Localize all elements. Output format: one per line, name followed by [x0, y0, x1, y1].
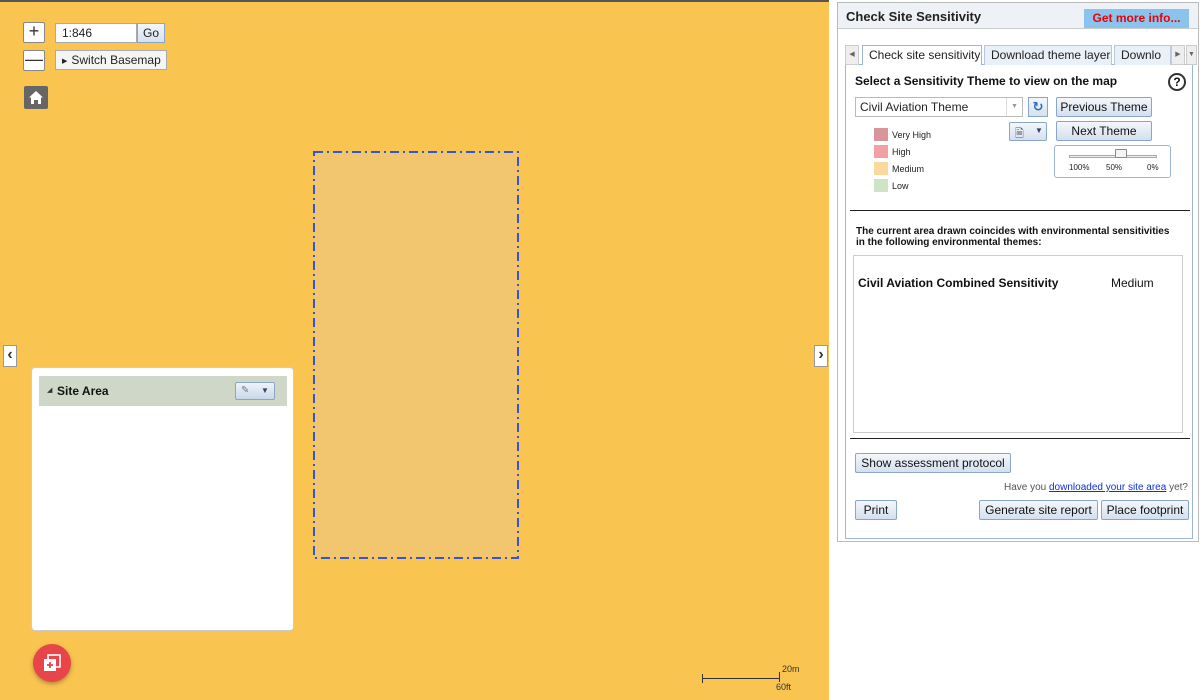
site-area-panel: ◢ Site Area ✎ ▼ [31, 367, 294, 631]
result-theme-value: Medium [1111, 276, 1154, 290]
legend-swatch [874, 179, 888, 192]
opacity-slider-track[interactable] [1069, 155, 1157, 158]
home-icon [29, 91, 43, 104]
collapse-left-button[interactable]: ‹ [3, 345, 17, 367]
caret-down-icon: ◢ [47, 387, 53, 394]
opacity-label-50: 50% [1106, 163, 1123, 172]
zoom-in-button[interactable]: + [23, 22, 45, 43]
legend-swatch [874, 162, 888, 175]
download-site-area-link[interactable]: downloaded your site area [1049, 482, 1166, 493]
panel-title-bar: Check Site Sensitivity Get more info... [838, 3, 1198, 29]
map-canvas[interactable]: + — 1:846 Go ▶ Switch Basemap ‹ › ◢ Site … [0, 0, 829, 700]
divider [850, 438, 1190, 439]
caret-down-icon: ▼ [1035, 126, 1043, 135]
tab-download-theme-layers[interactable]: Download theme layers [984, 45, 1112, 65]
show-assessment-protocol-button[interactable]: Show assessment protocol [855, 453, 1011, 473]
theme-select-value: Civil Aviation Theme [860, 100, 969, 114]
help-icon[interactable]: ? [1168, 73, 1186, 91]
tab-list-menu-button[interactable]: ▼ [1186, 45, 1197, 65]
divider [850, 210, 1190, 211]
previous-theme-button[interactable]: Previous Theme [1056, 97, 1152, 117]
download-note-prefix: Have you [1003, 482, 1049, 493]
zoom-out-button[interactable]: — [23, 50, 45, 71]
get-more-info-button[interactable]: Get more info... [1084, 9, 1189, 28]
caret-down-icon: ▼ [261, 386, 269, 395]
result-theme-name: Civil Aviation Combined Sensitivity [858, 276, 1059, 290]
theme-select[interactable]: Civil Aviation Theme ▼ [855, 97, 1023, 117]
caret-right-icon: ▶ [62, 58, 68, 65]
coincide-message: The current area drawn coincides with en… [856, 226, 1170, 248]
tab-scroll-left-button[interactable]: ◀ [845, 45, 859, 65]
tab-scroll-right-button[interactable]: ▶ [1171, 45, 1185, 65]
tab-content: Select a Sensitivity Theme to view on th… [845, 65, 1193, 539]
theme-heading: Select a Sensitivity Theme to view on th… [855, 74, 1118, 88]
collapse-right-button[interactable]: › [814, 345, 828, 367]
scale-bar: 20m 60ft [702, 664, 812, 694]
print-button[interactable]: Print [855, 500, 897, 520]
refresh-button[interactable]: ↻ [1028, 97, 1048, 117]
opacity-slider-thumb[interactable] [1115, 149, 1127, 158]
next-theme-button[interactable]: Next Theme [1056, 121, 1152, 141]
document-menu-button[interactable]: 🗎 ▼ [1009, 122, 1047, 141]
scale-bar-metric-label: 20m [782, 664, 800, 674]
site-area-menu-button[interactable]: ✎ ▼ [235, 382, 275, 400]
tab-check-site-sensitivity[interactable]: Check site sensitivity [862, 45, 982, 66]
add-layers-icon [44, 654, 61, 671]
tab-bar: ◀ Check site sensitivity Download theme … [845, 43, 1197, 66]
site-area-title: Site Area [57, 384, 109, 398]
scale-bar-imperial-label: 60ft [776, 682, 792, 692]
legend-label: Very High [892, 130, 932, 140]
generate-site-report-button[interactable]: Generate site report [979, 500, 1098, 520]
home-button[interactable] [24, 86, 48, 109]
download-note-suffix: yet? [1166, 482, 1188, 493]
document-icon: 🗎 [1015, 128, 1024, 140]
scale-input[interactable]: 1:846 [55, 23, 137, 43]
legend-swatch [874, 128, 888, 141]
draw-tool-icon: ✎ [241, 385, 250, 396]
switch-basemap-label: Switch Basemap [71, 53, 161, 67]
refresh-icon: ↻ [1032, 99, 1044, 114]
legend-label: Low [892, 181, 909, 191]
opacity-label-0: 0% [1147, 163, 1159, 172]
download-note: Have you downloaded your site area yet? [1004, 482, 1188, 493]
switch-basemap-button[interactable]: ▶ Switch Basemap [55, 50, 167, 70]
legend-label: High [892, 147, 911, 157]
chevron-down-icon: ▼ [1006, 98, 1022, 116]
place-footprint-button[interactable]: Place footprint [1101, 500, 1189, 520]
add-layer-fab[interactable] [33, 644, 71, 682]
opacity-slider-box: 100% 50% 0% [1054, 145, 1171, 178]
tab-download[interactable]: Downlo [1114, 45, 1171, 65]
legend-swatch [874, 145, 888, 158]
panel-title: Check Site Sensitivity [846, 9, 982, 24]
opacity-label-100: 100% [1069, 163, 1090, 172]
legend-label: Medium [892, 164, 925, 174]
site-footprint[interactable] [312, 150, 522, 562]
site-sensitivity-panel: Check Site Sensitivity Get more info... … [837, 2, 1199, 542]
go-button[interactable]: Go [137, 23, 165, 43]
results-box: Civil Aviation Combined Sensitivity Medi… [853, 255, 1183, 433]
site-area-header[interactable]: ◢ Site Area ✎ ▼ [39, 376, 287, 406]
